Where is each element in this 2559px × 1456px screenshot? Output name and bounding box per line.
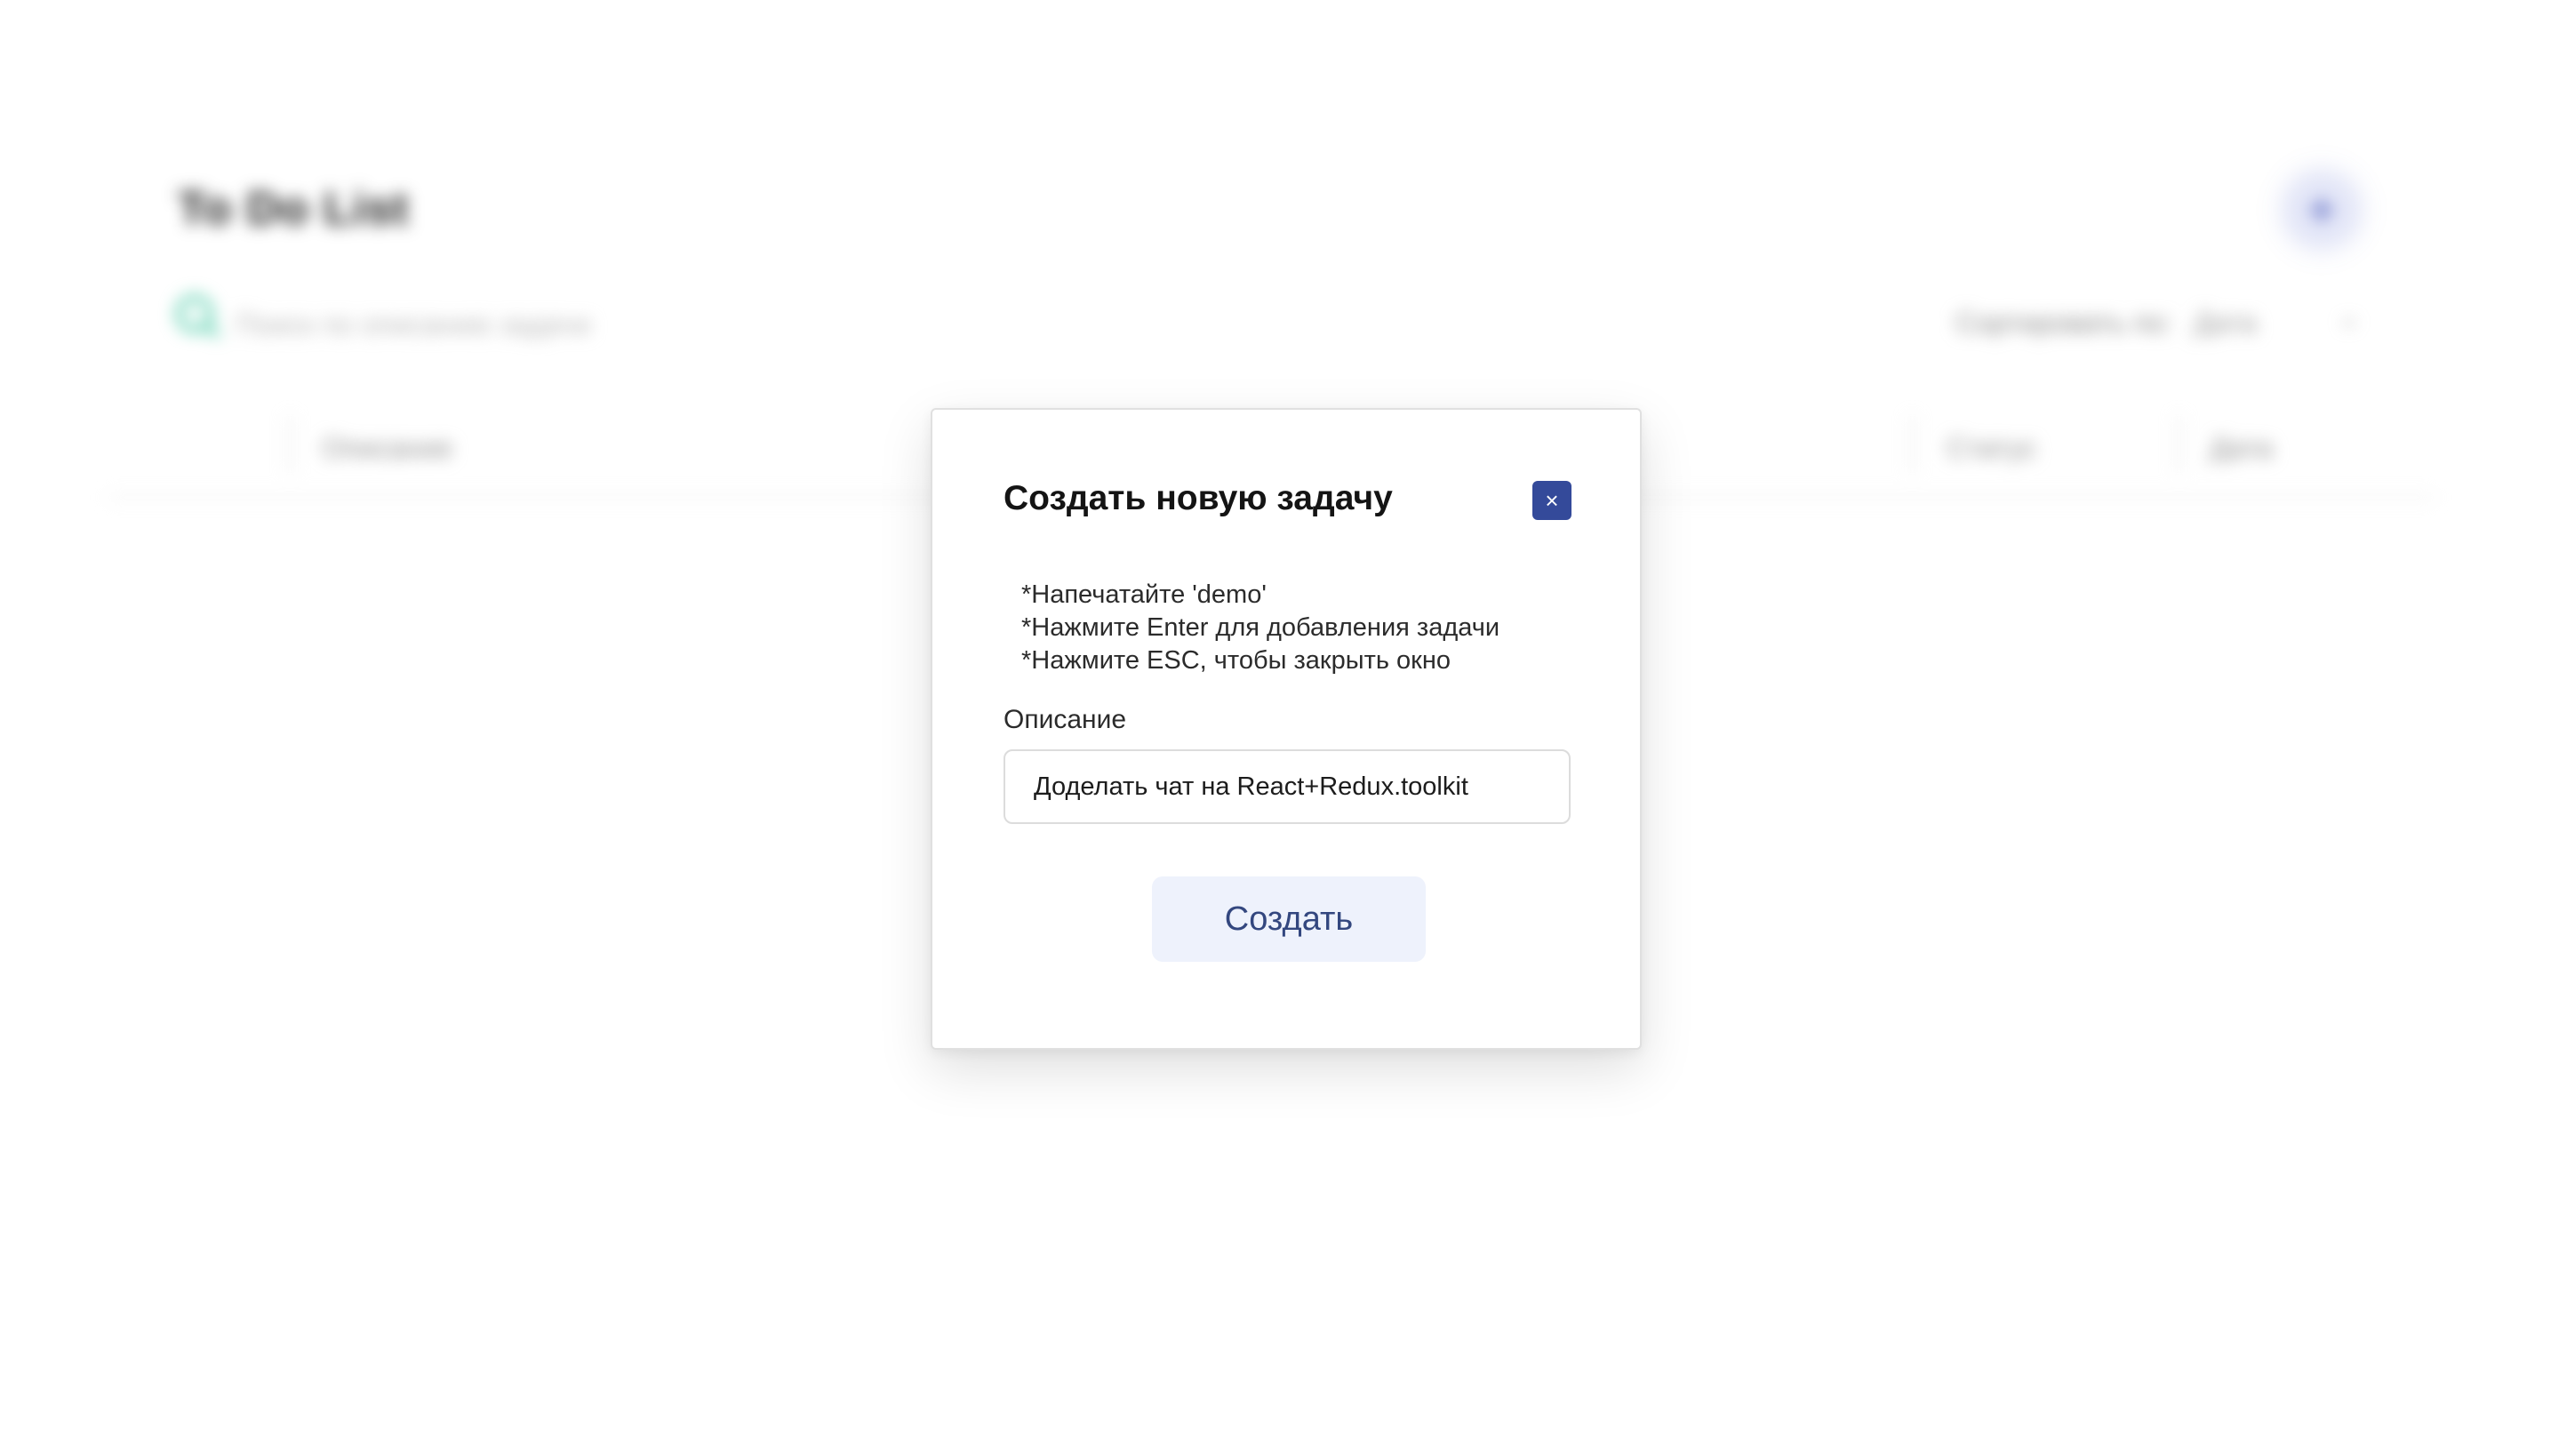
app-title: To Do List xyxy=(178,183,410,235)
hint-list: *Напечатайте 'demo' *Нажмите Enter для д… xyxy=(1021,579,1499,677)
search-input[interactable]: Поиск по описанию задачи xyxy=(236,308,591,341)
plus-icon: + xyxy=(2307,181,2337,237)
column-divider xyxy=(1911,416,1914,473)
column-divider xyxy=(2178,416,2180,473)
search-icon xyxy=(176,295,213,332)
column-header-description[interactable]: Описание xyxy=(322,432,452,465)
column-divider xyxy=(289,416,292,473)
sort-select[interactable]: Дата xyxy=(2194,307,2257,340)
hint-item: *Напечатайте 'demo' xyxy=(1021,580,1267,609)
modal-title: Создать новую задачу xyxy=(1004,479,1393,517)
hint-item: *Нажмите Enter для добавления задачи xyxy=(1021,613,1500,642)
hint-item: *Нажмите ESC, чтобы закрыть окно xyxy=(1021,646,1451,675)
create-button[interactable]: Создать xyxy=(1152,876,1426,962)
close-button[interactable]: × xyxy=(1532,481,1571,520)
create-task-modal: Создать новую задачу × *Напечатайте 'dem… xyxy=(931,408,1642,1050)
column-header-date[interactable]: Дата xyxy=(2210,432,2273,465)
column-header-status[interactable]: Статус xyxy=(1947,432,2036,465)
description-label: Описание xyxy=(1004,705,1127,734)
chevron-down-icon[interactable]: ⌄ xyxy=(2338,302,2360,333)
description-input[interactable] xyxy=(1004,749,1571,824)
close-icon: × xyxy=(1545,487,1559,514)
add-task-button[interactable]: + xyxy=(2290,178,2354,242)
sort-label: Сортировать по: xyxy=(1955,307,2173,339)
